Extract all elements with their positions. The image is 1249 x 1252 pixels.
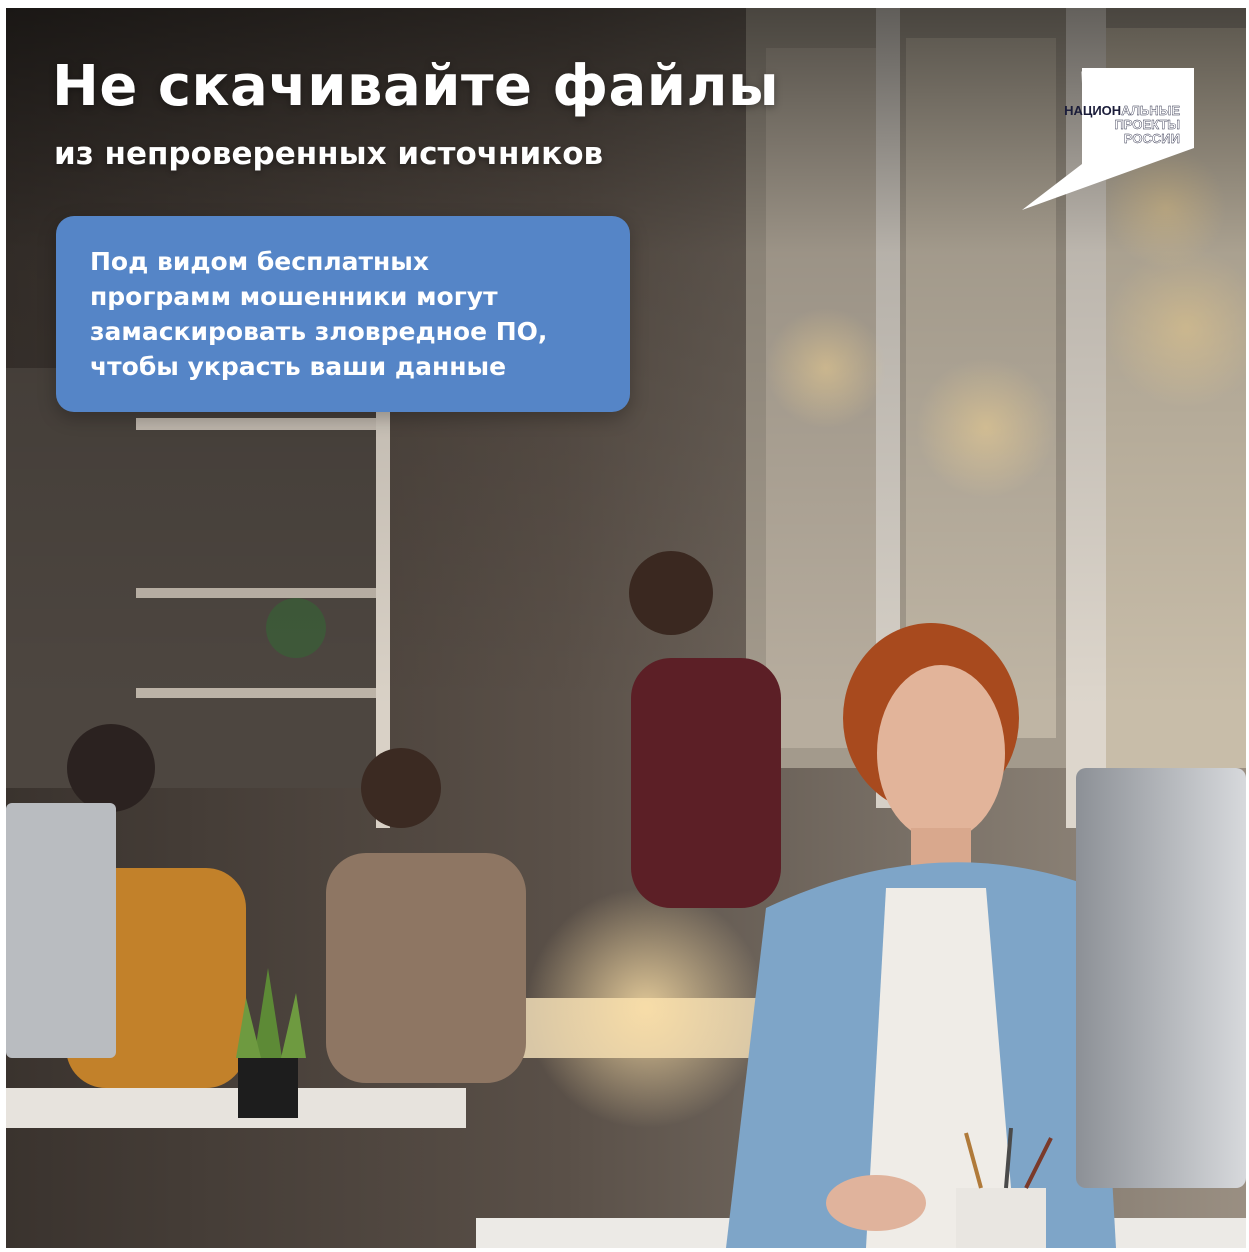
national-projects-logo: ЦИФРОВАЯ ЭКОНОМИКА НАЦИОНАЛЬНЫЕ ПРОЕКТЫ … (1018, 68, 1194, 210)
logo-line-3: РОССИИ (1123, 131, 1180, 146)
headline: Не скачивайте файлы (52, 54, 780, 119)
logo-line-2: ПРОЕКТЫ (1114, 117, 1180, 132)
info-line: Под видом бесплатных (90, 247, 430, 276)
poster: Не скачивайте файлы из непроверенных ист… (6, 8, 1246, 1248)
info-line: чтобы украсть ваши данные (90, 352, 507, 381)
info-box: Под видом бесплатных программ мошенники … (56, 216, 630, 412)
logo-line-1-dark: НАЦИОН (1064, 103, 1122, 118)
logo-top-line-1: ЦИФРОВАЯ (1130, 74, 1186, 84)
logo-line-1-light: АЛЬНЫЕ (1121, 103, 1180, 118)
subheadline: из непроверенных источников (54, 136, 604, 172)
info-line: замаскировать зловредное ПО, (90, 317, 548, 346)
logo-line-1: НАЦИОНАЛЬНЫЕ (1064, 103, 1180, 118)
info-line: программ мошенники могут (90, 282, 498, 311)
logo-top-line-2: ЭКОНОМИКА (1124, 85, 1186, 95)
